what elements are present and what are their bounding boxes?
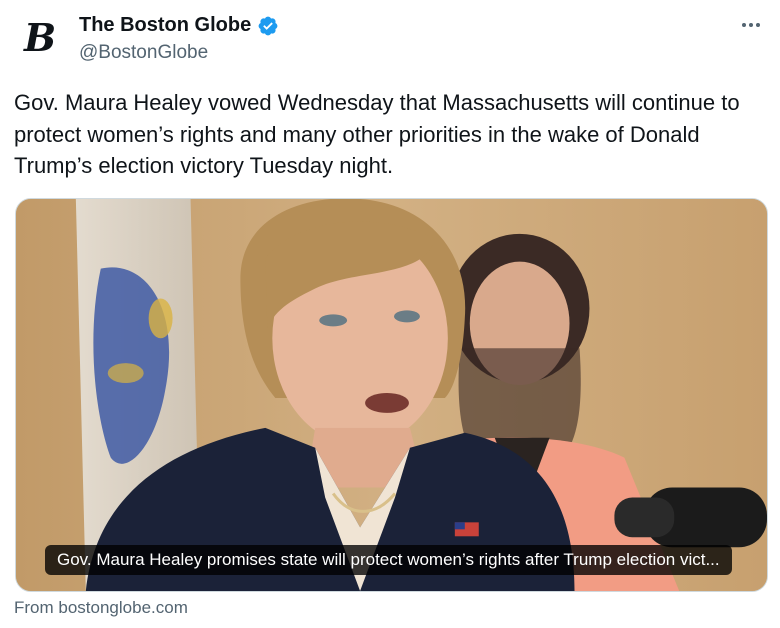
tweet-text: Gov. Maura Healey vowed Wednesday that M… bbox=[14, 90, 740, 178]
governor-photo bbox=[16, 199, 767, 591]
more-horizontal-icon bbox=[742, 23, 746, 27]
link-card-image[interactable]: Gov. Maura Healey promises state will pr… bbox=[15, 198, 768, 592]
author-display-name[interactable]: The Boston Globe bbox=[79, 14, 251, 37]
link-card-caption[interactable]: Gov. Maura Healey promises state will pr… bbox=[45, 545, 732, 575]
link-source[interactable]: From bostonglobe.com bbox=[14, 598, 188, 618]
author-name-row: The Boston Globe bbox=[79, 14, 279, 37]
author-avatar[interactable]: B bbox=[14, 12, 66, 64]
author-handle[interactable]: @BostonGlobe bbox=[79, 42, 208, 64]
boston-globe-logo: B bbox=[23, 15, 57, 60]
verified-badge-icon bbox=[258, 16, 278, 35]
more-options-button[interactable] bbox=[736, 14, 766, 36]
